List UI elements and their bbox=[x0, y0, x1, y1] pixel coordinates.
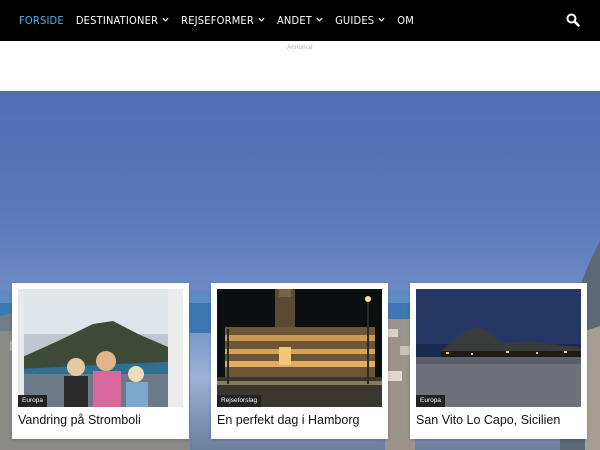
ad-label: Annonce bbox=[287, 45, 313, 51]
chevron-down-icon bbox=[316, 17, 323, 22]
article-card[interactable]: Europa Vandring på Stromboli bbox=[12, 283, 189, 439]
article-title[interactable]: San Vito Lo Capo, Sicilien bbox=[416, 413, 584, 427]
san-vito-photo bbox=[416, 289, 581, 407]
article-card[interactable]: Rejseforslag En perfekt dag i Hamborg bbox=[211, 283, 388, 439]
article-title[interactable]: Vandring på Stromboli bbox=[18, 413, 186, 427]
article-title[interactable]: En perfekt dag i Hamborg bbox=[217, 413, 385, 427]
article-thumbnail[interactable] bbox=[416, 289, 581, 407]
chevron-down-icon bbox=[258, 17, 265, 22]
nav-item-guides[interactable]: Guides bbox=[335, 0, 385, 41]
nav-item-om[interactable]: Om bbox=[397, 0, 414, 41]
category-badge[interactable]: Rejseforslag bbox=[217, 395, 262, 407]
stromboli-photo bbox=[18, 289, 183, 407]
main-menu: Forside Destinationer Rejseformer Andet … bbox=[0, 0, 426, 41]
category-badge[interactable]: Europa bbox=[18, 395, 47, 407]
nav-item-label: Andet bbox=[276, 14, 313, 27]
top-navigation-bar: Forside Destinationer Rejseformer Andet … bbox=[0, 0, 600, 41]
nav-item-destinationer[interactable]: Destinationer bbox=[76, 0, 169, 41]
category-badge[interactable]: Europa bbox=[416, 395, 445, 407]
nav-item-forside[interactable]: Forside bbox=[19, 0, 64, 41]
nav-item-label: Rejseformer bbox=[181, 14, 254, 27]
article-card[interactable]: Europa San Vito Lo Capo, Sicilien bbox=[410, 283, 587, 439]
article-thumbnail[interactable] bbox=[217, 289, 382, 407]
nav-item-rejseformer[interactable]: Rejseformer bbox=[181, 0, 265, 41]
chevron-down-icon bbox=[162, 17, 169, 22]
nav-item-label: Forside bbox=[19, 14, 64, 27]
chevron-down-icon bbox=[378, 17, 385, 22]
hamburg-photo bbox=[217, 289, 382, 407]
nav-item-label: Destinationer bbox=[75, 14, 159, 27]
nav-item-label: Guides bbox=[335, 14, 375, 27]
nav-item-andet[interactable]: Andet bbox=[277, 0, 323, 41]
search-icon[interactable] bbox=[566, 13, 580, 27]
nav-item-label: Om bbox=[397, 14, 414, 27]
article-thumbnail[interactable] bbox=[18, 289, 183, 407]
